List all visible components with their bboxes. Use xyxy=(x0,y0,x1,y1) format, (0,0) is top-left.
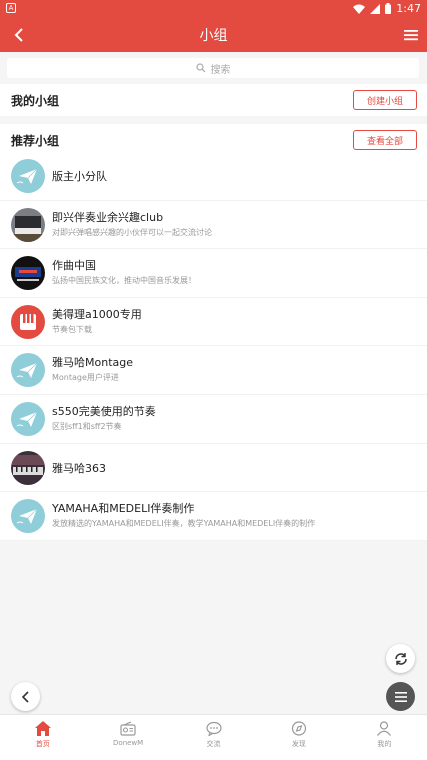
group-list-item[interactable]: 美得理a1000专用 节奏包下载 xyxy=(0,297,427,347)
paper-plane-avatar-icon xyxy=(11,159,45,193)
group-name: s550完美使用的节奏 xyxy=(52,404,156,418)
group-description: 对即兴弹唱感兴趣的小伙伴可以一起交流讨论 xyxy=(52,227,212,237)
refresh-icon xyxy=(394,652,407,665)
battery-icon xyxy=(385,3,392,14)
group-list-item[interactable]: 作曲中国 弘扬中国民族文化，推动中国音乐发展！ xyxy=(0,249,427,298)
group-name: 雅马哈363 xyxy=(52,461,106,475)
search-input[interactable]: 搜索 xyxy=(7,58,419,78)
group-list-item[interactable]: YAMAHA和MEDELI伴奏制作 发放精选的YAMAHA和MEDELI伴奏，教… xyxy=(0,492,427,541)
search-area: 搜索 xyxy=(0,52,427,84)
tab-label: 首页 xyxy=(35,740,50,748)
group-description: Montage用户评进 xyxy=(52,373,119,383)
search-icon xyxy=(195,63,205,73)
create-group-button[interactable]: 创建小组 xyxy=(353,90,417,110)
tab-label: 发现 xyxy=(291,740,306,748)
refresh-button[interactable] xyxy=(386,644,415,673)
compass-icon xyxy=(291,721,307,736)
tab-label: 交流 xyxy=(206,740,221,748)
bottom-tab-bar: 首页 DonewM 交流 发现 我的 xyxy=(0,714,427,760)
group-name: 版主小分队 xyxy=(52,170,107,183)
group-list: 版主小分队 即兴伴奏业余兴趣club 对即兴弹唱感兴趣的小伙伴可以一起交流讨论 … xyxy=(0,152,427,541)
radio-icon xyxy=(120,721,136,736)
tab-discover[interactable]: 发现 xyxy=(256,715,341,760)
menu-icon xyxy=(394,691,407,702)
chevron-left-icon xyxy=(21,690,29,703)
notification-icon: A xyxy=(6,3,16,13)
user-icon xyxy=(377,721,392,736)
clock: 1:47 xyxy=(396,2,421,15)
group-list-item[interactable]: s550完美使用的节奏 区别sff1和sff2节奏 xyxy=(0,394,427,444)
group-list-item[interactable]: 雅马哈Montage Montage用户评进 xyxy=(0,346,427,395)
tab-radio[interactable]: DonewM xyxy=(85,715,170,760)
group-description: 弘扬中国民族文化，推动中国音乐发展！ xyxy=(52,276,196,286)
more-menu-button[interactable] xyxy=(386,682,415,711)
composer-logo-avatar xyxy=(11,256,45,291)
my-groups-section: 我的小组 创建小组 xyxy=(0,84,427,116)
group-list-item[interactable]: 版主小分队 xyxy=(0,152,427,201)
group-name: 即兴伴奏业余兴趣club xyxy=(52,210,164,224)
tab-label: DonewM xyxy=(113,739,144,747)
status-bar: A 1:47 xyxy=(0,0,427,18)
paper-plane-avatar-icon xyxy=(11,353,45,388)
group-name: 作曲中国 xyxy=(52,259,96,273)
back-button[interactable] xyxy=(11,682,40,711)
recommended-groups-title: 推荐小组 xyxy=(11,134,60,148)
app-bar: 小组 xyxy=(0,18,427,52)
group-description: 区别sff1和sff2节奏 xyxy=(52,421,122,431)
group-description: 节奏包下载 xyxy=(52,324,92,334)
tab-chat[interactable]: 交流 xyxy=(171,715,256,760)
paper-plane-avatar-icon xyxy=(11,499,45,534)
my-groups-title: 我的小组 xyxy=(11,94,60,108)
piano-keys-avatar-icon xyxy=(11,304,45,339)
tab-home[interactable]: 首页 xyxy=(0,715,85,760)
chat-icon xyxy=(205,721,222,736)
piano-photo-avatar xyxy=(11,207,45,242)
signal-icon xyxy=(370,3,381,14)
keyboard-photo-avatar xyxy=(11,450,45,485)
group-name: 美得理a1000专用 xyxy=(52,307,142,321)
home-icon xyxy=(34,721,51,736)
group-list-item[interactable]: 雅马哈363 xyxy=(0,443,427,493)
page-title: 小组 xyxy=(199,28,228,44)
view-all-button[interactable]: 查看全部 xyxy=(353,130,417,150)
search-placeholder: 搜索 xyxy=(210,64,231,76)
group-description: 发放精选的YAMAHA和MEDELI伴奏，教学YAMAHA和MEDELI伴奏的制… xyxy=(52,519,316,529)
group-list-item[interactable]: 即兴伴奏业余兴趣club 对即兴弹唱感兴趣的小伙伴可以一起交流讨论 xyxy=(0,200,427,250)
group-name: YAMAHA和MEDELI伴奏制作 xyxy=(52,502,195,516)
paper-plane-avatar-icon xyxy=(11,401,45,436)
menu-icon[interactable] xyxy=(404,28,418,42)
tab-me[interactable]: 我的 xyxy=(342,715,427,760)
tab-label: 我的 xyxy=(377,740,392,748)
wifi-icon xyxy=(353,4,366,14)
group-name: 雅马哈Montage xyxy=(52,356,133,370)
